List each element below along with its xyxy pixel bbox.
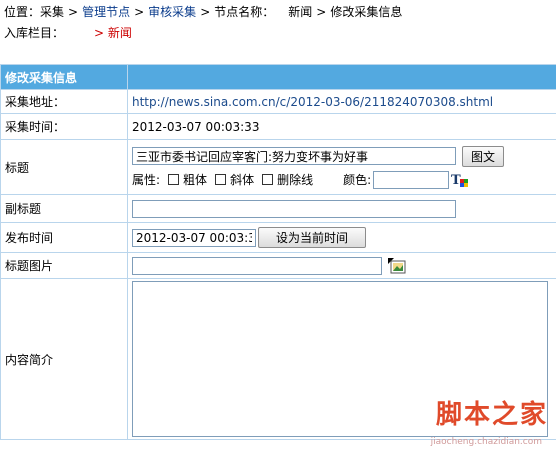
watermark-logo: 脚本之家	[435, 400, 548, 430]
breadcrumb-link-manage-nodes[interactable]: 管理节点	[82, 5, 130, 19]
form-row-url: 采集地址： http://news.sina.com.cn/c/2012-03-…	[0, 89, 556, 114]
breadcrumb-item-collect: 采集	[40, 5, 65, 19]
color-picker-icon[interactable]: T	[451, 172, 469, 188]
form-header-title: 修改采集信息	[0, 64, 128, 90]
pictext-button[interactable]: 图文	[462, 145, 505, 167]
color-input[interactable]	[373, 170, 450, 189]
form-row-subtitle: 副标题	[0, 194, 556, 223]
category-bar: 入库栏目： > 新闻	[4, 25, 132, 41]
form-row-title: 标题 图文 属性: 粗体 斜体 删除线 颜色: T	[0, 139, 556, 195]
publish-time-label: 发布时间	[0, 222, 128, 253]
strikethrough-label: 删除线	[277, 172, 314, 187]
image-select-icon[interactable]	[388, 257, 406, 274]
breadcrumb-separator: >	[200, 5, 211, 19]
italic-checkbox[interactable]	[215, 174, 227, 185]
bold-label: 粗体	[183, 172, 208, 187]
category-value: > 新闻	[94, 26, 132, 40]
form-row-title-image: 标题图片	[0, 252, 556, 279]
bold-checkbox[interactable]	[168, 174, 180, 185]
title-image-input[interactable]	[132, 256, 382, 275]
subtitle-input[interactable]	[132, 199, 456, 218]
source-url-link[interactable]: http://news.sina.com.cn/c/2012-03-06/211…	[132, 95, 493, 109]
italic-label: 斜体	[230, 172, 255, 187]
strikethrough-checkbox[interactable]	[262, 174, 274, 185]
title-attributes-row: 属性: 粗体 斜体 删除线 颜色: T	[132, 170, 552, 189]
title-image-cell	[127, 252, 556, 279]
breadcrumb-node-name: 新闻	[288, 5, 313, 19]
intro-label: 内容简介	[0, 278, 128, 440]
subtitle-cell	[127, 194, 556, 223]
title-label: 标题	[0, 139, 128, 195]
title-image-label: 标题图片	[0, 252, 128, 279]
form-row-publish-time: 发布时间 设为当前时间	[0, 222, 556, 253]
subtitle-label: 副标题	[0, 194, 128, 223]
breadcrumb-separator: >	[68, 5, 79, 19]
form-row-collect-time: 采集时间： 2012-03-07 00:03:33	[0, 113, 556, 140]
svg-text:T: T	[451, 173, 461, 188]
category-label: 入库栏目：	[4, 26, 65, 40]
publish-time-cell: 设为当前时间	[127, 222, 556, 253]
breadcrumb-separator: >	[134, 5, 145, 19]
watermark-url: jiaocheng.chazidian.com	[430, 437, 542, 447]
edit-form-table: 修改采集信息 采集地址： http://news.sina.com.cn/c/2…	[0, 64, 556, 440]
breadcrumb-node-name-label: 节点名称：	[214, 5, 275, 19]
breadcrumb-link-review-collect[interactable]: 审核采集	[148, 5, 196, 19]
breadcrumb-current-page: 修改采集信息	[330, 5, 403, 19]
breadcrumb: 位置：采集 > 管理节点 > 审核采集 > 节点名称： 新闻 > 修改采集信息	[4, 4, 402, 20]
attributes-label: 属性:	[132, 172, 161, 187]
url-cell: http://news.sina.com.cn/c/2012-03-06/211…	[127, 89, 556, 114]
breadcrumb-prefix: 位置：	[4, 5, 41, 19]
publish-time-input[interactable]	[132, 228, 256, 247]
color-label: 颜色:	[343, 172, 372, 187]
title-input[interactable]	[132, 147, 456, 165]
breadcrumb-separator: >	[316, 5, 327, 19]
url-label: 采集地址：	[0, 89, 128, 114]
set-current-time-button[interactable]: 设为当前时间	[258, 227, 366, 248]
form-header-fill	[127, 64, 556, 90]
collect-time-label: 采集时间：	[0, 113, 128, 140]
form-header-row: 修改采集信息	[0, 64, 556, 90]
title-cell: 图文 属性: 粗体 斜体 删除线 颜色: T	[127, 139, 556, 195]
collect-time-value: 2012-03-07 00:03:33	[127, 113, 556, 140]
